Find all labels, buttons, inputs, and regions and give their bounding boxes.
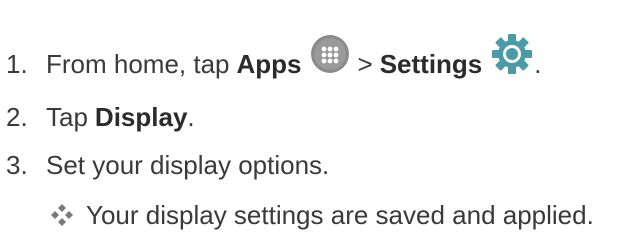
diamond-bullet-icon: [50, 203, 74, 227]
separator: >: [357, 49, 373, 79]
step-2: 2. Tap Display .: [0, 102, 195, 132]
result-line: Your display settings are saved and appl…: [50, 200, 594, 230]
step-1: 1. From home, tap Apps > Settings .: [0, 34, 542, 86]
apps-icon: [310, 34, 350, 74]
step-end: .: [187, 102, 195, 132]
step-number: 1.: [6, 49, 28, 79]
result-text: Your display settings are saved and appl…: [86, 200, 594, 230]
step-3: 3. Set your display options.: [0, 150, 329, 180]
step-number: 3.: [6, 150, 28, 180]
apps-label: Apps: [236, 49, 302, 79]
step-text: Tap: [46, 102, 88, 132]
display-label: Display: [94, 102, 188, 132]
settings-gear-icon: [490, 32, 534, 76]
step-text: From home, tap: [46, 49, 230, 79]
settings-label: Settings: [379, 49, 483, 79]
step-text: Set your display options.: [46, 150, 330, 180]
step-end: .: [534, 49, 542, 79]
step-number: 2.: [6, 102, 28, 132]
